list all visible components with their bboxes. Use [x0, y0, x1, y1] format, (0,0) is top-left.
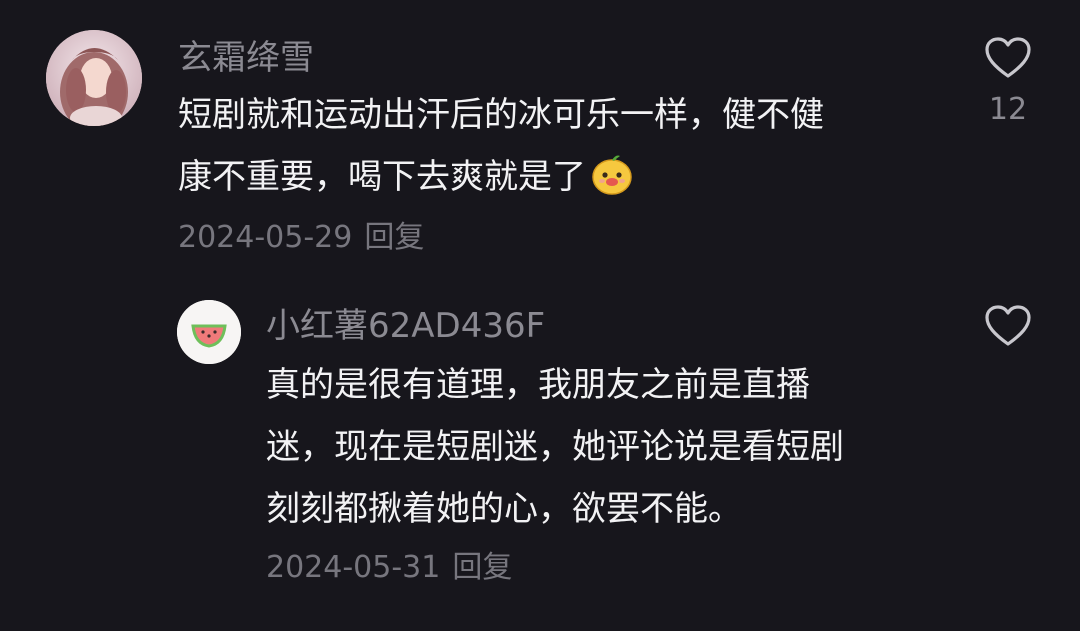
comment-meta: 2024-05-29 回复	[178, 220, 424, 256]
reply-button[interactable]: 回复	[364, 220, 424, 255]
like-count: 12	[988, 92, 1028, 127]
reply-username[interactable]: 小红薯62AD436F	[266, 306, 545, 346]
like-button[interactable]: 12	[978, 36, 1038, 128]
comment-date: 2024-05-29	[178, 220, 353, 255]
heart-icon	[985, 37, 1031, 78]
heart-icon	[985, 305, 1031, 346]
like-button[interactable]	[978, 304, 1038, 348]
profile-photo-icon	[46, 30, 142, 126]
reply-date: 2024-05-31	[266, 550, 441, 585]
smiling-pear-face-icon	[590, 152, 634, 196]
comment-text: 短剧就和运动出汗后的冰可乐一样，健不健 康不重要，喝下去爽就是了	[178, 84, 918, 208]
reply-text: 真的是很有道理，我朋友之前是直播 迷，现在是短剧迷，她评论说是看短剧 刻刻都揪着…	[266, 365, 844, 529]
reply-button[interactable]: 回复	[452, 550, 512, 585]
avatar[interactable]	[177, 300, 241, 364]
avatar[interactable]	[46, 30, 142, 126]
reply-meta: 2024-05-31 回复	[266, 550, 512, 586]
comment-thread: 玄霜绛雪 短剧就和运动出汗后的冰可乐一样，健不健 康不重要，喝下去爽就是了 20…	[0, 0, 1080, 631]
watermelon-icon	[177, 300, 241, 364]
comment-body: 短剧就和运动出汗后的冰可乐一样，健不健 康不重要，喝下去爽就是了	[178, 95, 824, 197]
comment-username[interactable]: 玄霜绛雪	[178, 38, 314, 78]
